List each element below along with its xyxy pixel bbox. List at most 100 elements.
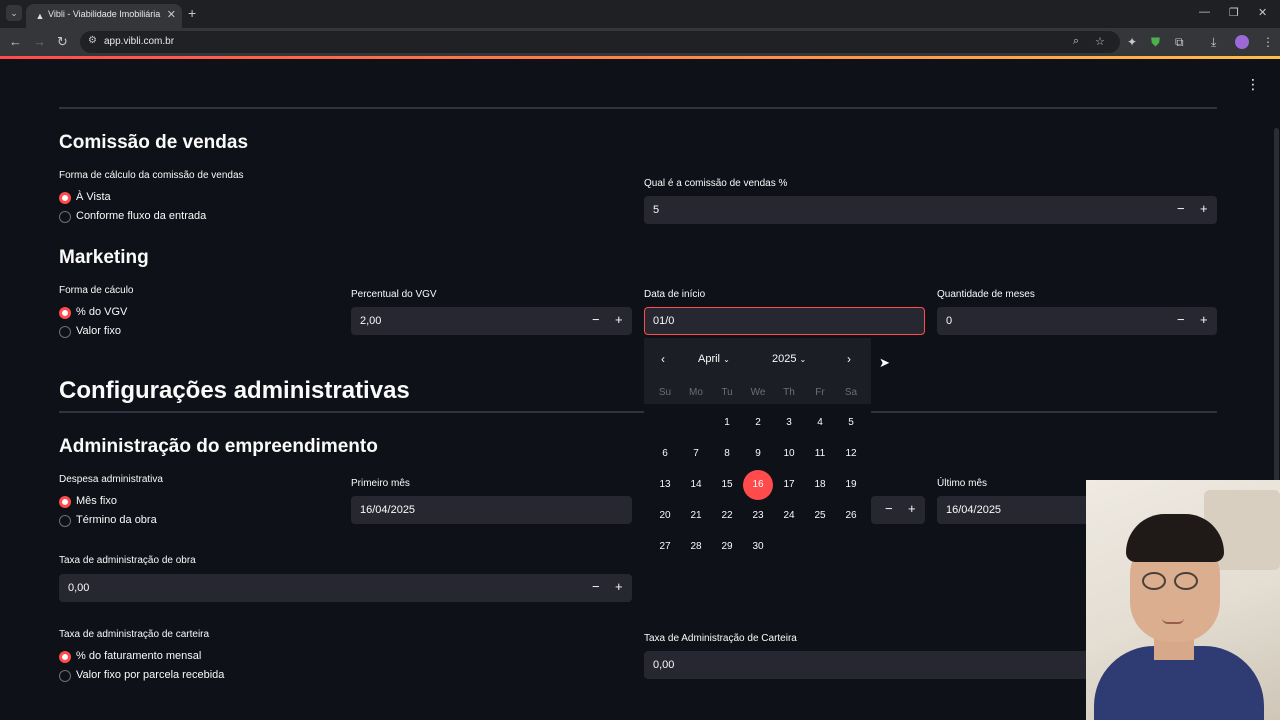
download-icon[interactable]: ⤓: [1211, 34, 1216, 50]
input-value[interactable]: 16/04/2025: [360, 504, 415, 516]
input-value[interactable]: 0,00: [68, 582, 89, 594]
calendar-day[interactable]: 26: [836, 501, 866, 531]
calendar-day[interactable]: 19: [836, 470, 866, 500]
calendar-day[interactable]: 20: [650, 501, 680, 531]
calendar-day[interactable]: 21: [681, 501, 711, 531]
calendar-day[interactable]: 23: [743, 501, 773, 531]
calendar-day[interactable]: 17: [774, 470, 804, 500]
primeiro-mes-input[interactable]: 16/04/2025: [351, 496, 632, 524]
calendar-day[interactable]: 1: [712, 408, 742, 438]
despesa-label: Despesa administrativa: [59, 474, 163, 485]
quantidade-meses-input[interactable]: 0 − +: [937, 307, 1217, 335]
calendar-day[interactable]: 5: [836, 408, 866, 438]
calendar-day[interactable]: 14: [681, 470, 711, 500]
comissao-pct-label: Qual é a comissão de vendas %: [644, 178, 788, 189]
year-select[interactable]: 2025 ⌄: [772, 353, 806, 365]
forward-icon[interactable]: →: [33, 34, 46, 50]
input-value[interactable]: 0: [946, 315, 952, 327]
quantidade-meses-label: Quantidade de meses: [937, 289, 1035, 300]
increment-button[interactable]: +: [908, 502, 916, 516]
browser-tab[interactable]: ▲ Vibli - Viabilidade Imobiliária ✕: [26, 4, 182, 28]
calendar-day[interactable]: 27: [650, 532, 680, 562]
radio-valor-fixo[interactable]: Valor fixo: [59, 325, 209, 339]
pct-vgv-input[interactable]: 2,00 − +: [351, 307, 632, 335]
calendar-day[interactable]: 11: [805, 439, 835, 469]
calendar-day[interactable]: 22: [712, 501, 742, 531]
calendar-day[interactable]: 6: [650, 439, 680, 469]
calendar-day[interactable]: 3: [774, 408, 804, 438]
calendar-day[interactable]: 4: [805, 408, 835, 438]
browser-tab-bar: ⌄ ▲ Vibli - Viabilidade Imobiliária ✕ + …: [0, 0, 1280, 28]
radio-termino-obra[interactable]: Término da obra: [59, 514, 209, 528]
calendar-day[interactable]: 29: [712, 532, 742, 562]
calendar-day[interactable]: 28: [681, 532, 711, 562]
increment-button[interactable]: +: [615, 580, 623, 594]
tab-search-icon[interactable]: ⌄: [6, 5, 22, 21]
calendar-day[interactable]: 24: [774, 501, 804, 531]
radio-label: Mês fixo: [76, 495, 117, 507]
radio-a-vista[interactable]: À Vista: [59, 191, 259, 205]
data-inicio-input[interactable]: 01/0: [644, 307, 925, 335]
radio-conforme-fluxo[interactable]: Conforme fluxo da entrada: [59, 210, 259, 224]
close-window-icon[interactable]: ✕: [1258, 6, 1267, 19]
divider: [59, 411, 1217, 413]
next-month-icon[interactable]: ›: [847, 352, 851, 366]
calendar-day[interactable]: 2: [743, 408, 773, 438]
calendar-day[interactable]: 10: [774, 439, 804, 469]
reload-icon[interactable]: ↻: [57, 34, 68, 50]
section-heading-comissao: Comissão de vendas: [59, 132, 249, 153]
hidden-stepper-input[interactable]: − +: [871, 496, 925, 524]
calendar-day[interactable]: 9: [743, 439, 773, 469]
radio-dot: [59, 326, 71, 338]
site-info-icon[interactable]: ⚙: [88, 35, 97, 46]
decrement-button[interactable]: −: [592, 580, 600, 594]
bookmark-star-icon[interactable]: ☆: [1095, 35, 1105, 48]
extensions-puzzle-icon[interactable]: ⧉: [1175, 34, 1184, 50]
prev-month-icon[interactable]: ‹: [661, 352, 665, 366]
radio-valor-fixo-parcela[interactable]: Valor fixo por parcela recebida: [59, 669, 309, 683]
input-value[interactable]: 16/04/2025: [946, 504, 1001, 516]
app-menu-icon[interactable]: ⋮: [1246, 76, 1260, 93]
radio-pct-faturamento[interactable]: % do faturamento mensal: [59, 650, 309, 664]
comissao-pct-input[interactable]: 5 − +: [644, 196, 1217, 224]
month-select[interactable]: April ⌄: [698, 353, 730, 365]
radio-pct-vgv[interactable]: % do VGV: [59, 306, 209, 320]
calendar-day[interactable]: 12: [836, 439, 866, 469]
radio-mes-fixo[interactable]: Mês fixo: [59, 495, 209, 509]
calendar-day[interactable]: 7: [681, 439, 711, 469]
taxa-obra-input[interactable]: 0,00 − +: [59, 574, 632, 602]
extension-gift-icon[interactable]: ✦: [1127, 34, 1137, 50]
decrement-button[interactable]: −: [592, 313, 600, 327]
increment-button[interactable]: +: [1200, 202, 1208, 216]
increment-button[interactable]: +: [615, 313, 623, 327]
increment-button[interactable]: +: [1200, 313, 1208, 327]
decrement-button[interactable]: −: [1177, 202, 1185, 216]
input-value[interactable]: 2,00: [360, 315, 381, 327]
address-bar[interactable]: ⚙ app.vibli.com.br ⌕ ☆: [80, 31, 1120, 53]
date-picker-popup: ‹ April ⌄ 2025 ⌄ › Su Mo Tu We Th Fr Sa 123456…: [644, 338, 871, 570]
radio-label: % do VGV: [76, 306, 128, 318]
input-value[interactable]: 5: [653, 204, 659, 216]
minimize-icon[interactable]: —: [1199, 6, 1210, 18]
tab-close-icon[interactable]: ✕: [167, 8, 176, 21]
extension-shield-icon[interactable]: ⛊: [1151, 34, 1160, 50]
restore-icon[interactable]: ❐: [1229, 6, 1239, 19]
new-tab-icon[interactable]: +: [188, 5, 196, 21]
decrement-button[interactable]: −: [1177, 313, 1185, 327]
calendar-day[interactable]: 16: [743, 470, 773, 500]
calendar-day[interactable]: 8: [712, 439, 742, 469]
decrement-button[interactable]: −: [885, 502, 893, 516]
calendar-day[interactable]: 25: [805, 501, 835, 531]
calendar-day[interactable]: 18: [805, 470, 835, 500]
calendar-day[interactable]: 15: [712, 470, 742, 500]
browser-menu-icon[interactable]: ⋮: [1262, 34, 1274, 50]
calendar-day[interactable]: 13: [650, 470, 680, 500]
url-text[interactable]: app.vibli.com.br: [104, 36, 174, 47]
input-value[interactable]: 01/0: [653, 315, 674, 327]
back-icon[interactable]: ←: [9, 34, 22, 50]
profile-avatar[interactable]: [1235, 35, 1249, 49]
calendar-day[interactable]: 30: [743, 532, 773, 562]
input-value[interactable]: 0,00: [653, 659, 674, 671]
zoom-icon[interactable]: ⌕: [1073, 35, 1079, 48]
browser-toolbar: ← → ↻ ⚙ app.vibli.com.br ⌕ ☆ ✦ ⛊ ⧉ ⤓ ⋮: [0, 28, 1280, 56]
